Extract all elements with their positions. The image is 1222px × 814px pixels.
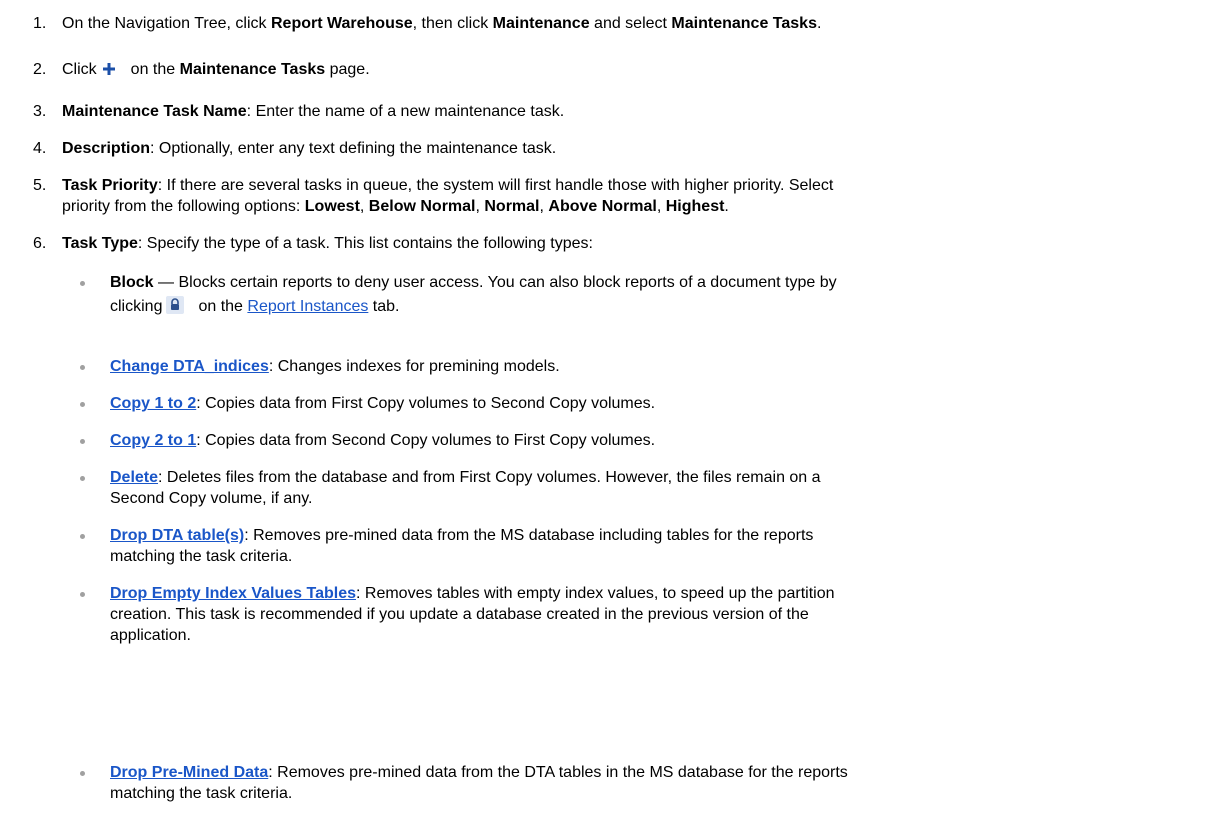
step-text: Task Type: Specify the type of a task. T… (62, 233, 1204, 254)
item-text-part: : Copies data from Second Copy volumes t… (196, 432, 656, 449)
bullet-dot (80, 771, 85, 776)
list-item-text: Drop Pre-Mined Data: Removes pre-mined d… (110, 762, 1194, 804)
plus-icon (101, 61, 117, 83)
link-label: Copy 1 to 2 (110, 395, 197, 412)
copy-2-to-1-link[interactable]: Copy 2 to 1 (110, 432, 196, 449)
ui-term-report-warehouse: Report Warehouse (270, 15, 413, 32)
step-text-part: , (656, 198, 666, 215)
link-label: Drop DTA table(s) (110, 527, 245, 544)
step-text: Task Priority: If there are several task… (62, 175, 1204, 217)
drop-dta-tables-link[interactable]: Drop DTA table(s) (110, 527, 244, 544)
list-item-text: Copy 2 to 1: Copies data from Second Cop… (110, 430, 1194, 451)
step-number: 2. (33, 61, 47, 78)
item-text-part: matching the task criteria. (110, 785, 293, 802)
document-page: 1. On the Navigation Tree, click Report … (0, 0, 1222, 814)
field-term: Maintenance Task Name (62, 103, 247, 120)
priority-option: Lowest (304, 198, 360, 215)
item-text-part: — Blocks certain reports to deny user ac… (153, 274, 837, 291)
link-label: Change DTA_indices (110, 358, 269, 375)
ui-term-maintenance-tasks: Maintenance Tasks (671, 15, 817, 32)
item-text-part: : Copies data from First Copy volumes to… (196, 395, 656, 412)
list-item-text: Drop DTA table(s): Removes pre-mined dat… (110, 525, 1194, 567)
item-text-part: : Removes pre-mined data from the MS dat… (244, 527, 814, 544)
priority-option: Highest (665, 198, 725, 215)
list-item-text: Delete: Deletes files from the database … (110, 467, 1194, 509)
bullet-dot (80, 439, 85, 444)
item-text-part: on the (198, 298, 248, 315)
step-text-part: on the (130, 61, 180, 78)
step-text-part: . (724, 198, 729, 215)
delete-link[interactable]: Delete (110, 469, 158, 486)
step-text-part: . (816, 15, 822, 32)
ui-term-maintenance: Maintenance (492, 15, 590, 32)
field-term: Task Priority (62, 177, 158, 194)
item-text-part: matching the task criteria. (110, 548, 293, 565)
drop-empty-index-values-tables-link[interactable]: Drop Empty Index Values Tables (110, 585, 356, 602)
field-term: Task Type (62, 235, 138, 252)
link-label: Delete (110, 469, 159, 486)
bullet-dot (80, 402, 85, 407)
priority-option: Normal (484, 198, 540, 215)
task-type-term: Block (110, 274, 154, 291)
step-text-part: : Specify the type of a task. This list … (137, 235, 593, 252)
item-text-part: : Removes tables with empty index values… (356, 585, 835, 602)
step-text: Click on the Maintenance Tasks page. (62, 59, 1204, 83)
step-text-part: : If there are several tasks in queue, t… (157, 177, 834, 194)
field-term: Description (62, 140, 151, 157)
step-text-part: page. (325, 61, 370, 78)
item-text-part: : Removes pre-mined data from the DTA ta… (268, 764, 848, 781)
step-text-part: : Enter the name of a new maintenance ta… (246, 103, 565, 120)
change-dta-indices-link[interactable]: Change DTA_indices (110, 358, 269, 375)
lock-icon (166, 296, 185, 322)
bullet-dot (80, 476, 85, 481)
priority-option: Above Normal (548, 198, 657, 215)
step-text-part: : Optionally, enter any text defining th… (150, 140, 557, 157)
step-text-part: , (359, 198, 369, 215)
item-text-part: : Deletes files from the database and fr… (158, 469, 821, 486)
priority-option: Below Normal (368, 198, 476, 215)
step-number: 4. (33, 140, 47, 157)
link-label: Copy 2 to 1 (110, 432, 197, 449)
bullet-dot (80, 534, 85, 539)
step-number: 5. (33, 177, 47, 194)
bullet-dot (80, 592, 85, 597)
item-text-part: Second Copy volume, if any. (110, 490, 313, 507)
step-text-part: priority from the following options: (62, 198, 305, 215)
drop-pre-mined-data-link[interactable]: Drop Pre-Mined Data (110, 764, 268, 781)
item-text-part: : Changes indexes for premining models. (268, 358, 560, 375)
list-item-text: Block — Blocks certain reports to deny u… (110, 271, 1194, 322)
bullet-dot (80, 281, 85, 286)
step-text-part: Click (62, 61, 97, 78)
step-text-part: and select (589, 15, 672, 32)
list-item-text: Change DTA_indices: Changes indexes for … (110, 356, 1194, 377)
step-number: 3. (33, 103, 47, 120)
list-item-text: Drop Empty Index Values Tables: Removes … (110, 583, 1194, 646)
ui-term-maintenance-tasks: Maintenance Tasks (179, 61, 326, 78)
step-text-part: , then click (412, 15, 493, 32)
link-label: Drop Pre-Mined Data (110, 764, 269, 781)
item-text-part: tab. (368, 298, 400, 315)
step-number: 6. (33, 235, 47, 252)
link-label: Drop Empty Index Values Tables (110, 585, 356, 602)
bullet-dot (80, 365, 85, 370)
item-text-part: application. (110, 627, 191, 644)
step-text: Description: Optionally, enter any text … (62, 138, 1204, 159)
step-text: On the Navigation Tree, click Report War… (62, 13, 1204, 34)
list-item-text: Copy 1 to 2: Copies data from First Copy… (110, 393, 1194, 414)
step-text-part: On the Navigation Tree, click (62, 15, 271, 32)
item-text-part: clicking (110, 298, 163, 315)
step-text: Maintenance Task Name: Enter the name of… (62, 101, 1204, 122)
copy-1-to-2-link[interactable]: Copy 1 to 2 (110, 395, 196, 412)
step-number: 1. (33, 15, 47, 32)
item-text-part: creation. This task is recommended if yo… (110, 606, 809, 623)
report-instances-link[interactable]: Report Instances (247, 298, 368, 315)
